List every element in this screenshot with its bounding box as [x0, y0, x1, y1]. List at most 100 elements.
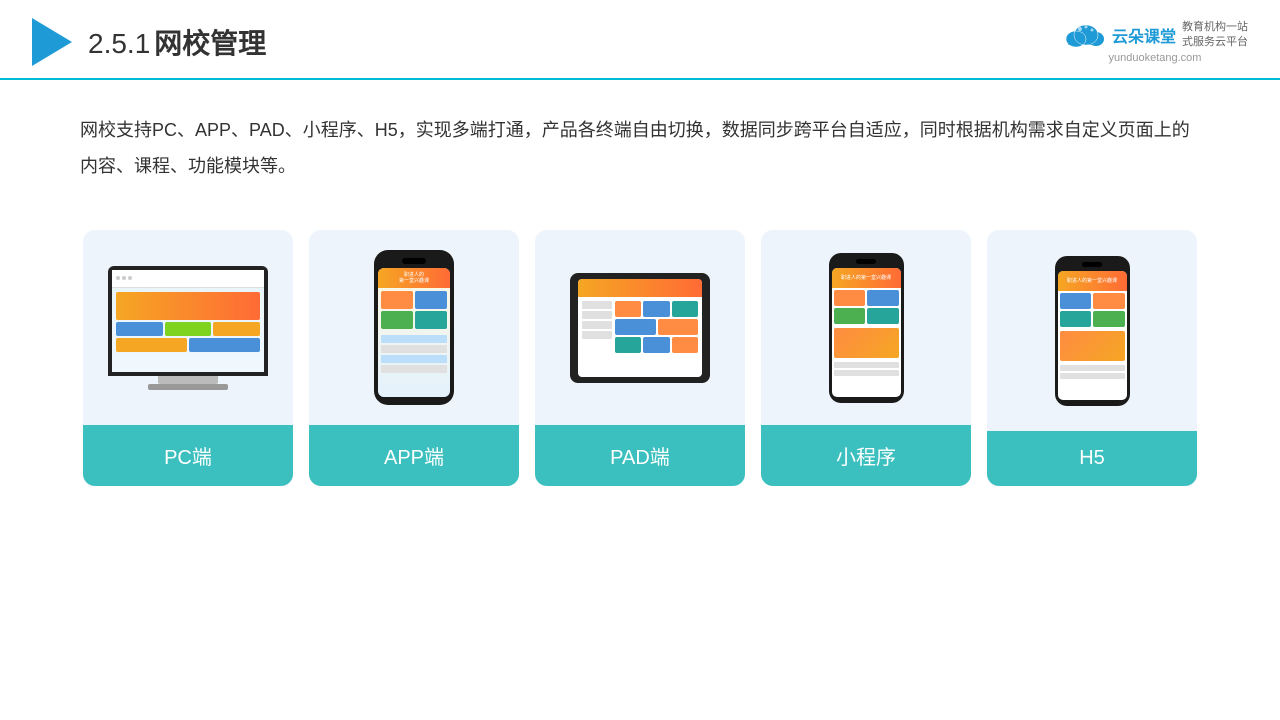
card-pad-label: PAD端	[535, 425, 745, 486]
ps-img-2	[1060, 331, 1125, 361]
pc-dot-1	[116, 276, 120, 280]
tablet-top-bar	[578, 279, 702, 297]
tablet-screen	[578, 279, 702, 377]
pc-block-5	[189, 338, 260, 352]
pc-browser-bar	[112, 270, 264, 288]
header-left: 2.5.1网校管理	[32, 18, 266, 66]
ps-grid-2	[867, 290, 899, 306]
page-title: 2.5.1网校管理	[88, 22, 266, 62]
tablet-block-5	[658, 319, 699, 335]
brand-section: 云朵课堂 教育机构一站 式服务云平台 yunduoketang.com	[1062, 20, 1248, 65]
card-pc-image	[83, 230, 293, 425]
phone-grid-4	[415, 311, 447, 329]
phone-top-bar: 职进人的第一堂兴趣课	[378, 268, 450, 288]
card-app-image: 职进人的第一堂兴趣课	[309, 230, 519, 425]
brand-name: 云朵课堂	[1112, 23, 1176, 47]
ps-grid-3	[834, 308, 866, 324]
phone-small-notch-1	[856, 259, 876, 264]
tablet-sidebar	[582, 301, 612, 353]
pc-base	[148, 384, 228, 390]
brand-url: yunduoketang.com	[1109, 52, 1202, 64]
tablet-block-7	[643, 337, 669, 353]
brand-tagline: 教育机构一站 式服务云平台	[1182, 20, 1248, 51]
tablet-main-row-1	[615, 301, 698, 317]
phone-screen: 职进人的第一堂兴趣课	[378, 268, 450, 397]
pc-mockup	[108, 266, 268, 390]
description-text: 网校支持PC、APP、PAD、小程序、H5，实现多端打通，产品各终端自由切换，数…	[0, 80, 1280, 204]
phone-miniprogram-mockup: 职进人的第一堂兴趣课	[829, 253, 904, 403]
phone-grid	[378, 288, 450, 332]
phone-list	[378, 332, 450, 376]
ps2-grid-3	[1060, 311, 1092, 327]
ps-body-2	[1058, 363, 1127, 381]
pc-block-4	[116, 338, 187, 352]
ps2-grid-1	[1060, 293, 1092, 309]
logo-triangle-icon	[32, 18, 72, 66]
phone-small-grid-2	[1058, 291, 1127, 329]
pc-block-1	[116, 322, 163, 336]
phone-list-1	[381, 335, 447, 343]
tablet-block-3	[672, 301, 698, 317]
phone-grid-3	[381, 311, 413, 329]
ps2-line-1	[1060, 365, 1125, 371]
brand-logo: 云朵课堂 教育机构一站 式服务云平台	[1062, 20, 1248, 51]
page-header: 2.5.1网校管理 云朵课堂 教育机构一站 式服务云平台	[0, 0, 1280, 80]
phone-small-grid-1	[832, 288, 901, 326]
phone-small-screen-2: 职进人的第一堂兴趣课	[1058, 271, 1127, 400]
phone-notch	[402, 258, 426, 264]
card-miniprogram-label: 小程序	[761, 425, 971, 486]
card-pad: PAD端	[535, 230, 745, 486]
pc-dot-3	[128, 276, 132, 280]
title-number: 2.5.1	[88, 28, 150, 59]
card-h5-image: 职进人的第一堂兴趣课	[987, 230, 1197, 431]
tablet-sidebar-4	[582, 331, 612, 339]
ps2-line-2	[1060, 373, 1125, 379]
phone-small-top-2: 职进人的第一堂兴趣课	[1058, 271, 1127, 291]
pc-row-2	[116, 338, 260, 352]
card-h5-label: H5	[987, 431, 1197, 486]
cloud-icon	[1062, 21, 1106, 49]
card-miniprogram: 职进人的第一堂兴趣课 小程序	[761, 230, 971, 486]
tablet-main	[615, 301, 698, 353]
tablet-content	[578, 297, 702, 357]
tablet-mockup	[570, 273, 710, 383]
ps-line-2	[834, 370, 899, 376]
phone-h5-mockup: 职进人的第一堂兴趣课	[1055, 256, 1130, 406]
tablet-main-row-2	[615, 319, 698, 335]
phone-grid-1	[381, 291, 413, 309]
pc-block-3	[213, 322, 260, 336]
phone-list-4	[381, 365, 447, 373]
pc-screen-frame	[108, 266, 268, 376]
tablet-block-2	[643, 301, 669, 317]
card-h5: 职进人的第一堂兴趣课 H5	[987, 230, 1197, 486]
pc-screen-content	[112, 270, 264, 372]
title-text: 网校管理	[154, 28, 266, 59]
tablet-sidebar-2	[582, 311, 612, 319]
pc-content-rows	[112, 288, 264, 356]
phone-small-screen-1: 职进人的第一堂兴趣课	[832, 268, 901, 397]
ps-grid-1	[834, 290, 866, 306]
pc-stand	[158, 376, 218, 384]
ps2-grid-2	[1093, 293, 1125, 309]
tablet-block-6	[615, 337, 641, 353]
phone-app-mockup: 职进人的第一堂兴趣课	[374, 250, 454, 405]
ps-img-1	[834, 328, 899, 358]
card-app: 职进人的第一堂兴趣课	[309, 230, 519, 486]
platform-cards: PC端 职进人的第一堂兴趣课	[0, 214, 1280, 486]
ps-body-1	[832, 360, 901, 378]
tablet-main-row-3	[615, 337, 698, 353]
tablet-sidebar-1	[582, 301, 612, 309]
pc-block-2	[165, 322, 212, 336]
pc-row-1	[116, 322, 260, 336]
ps2-grid-4	[1093, 311, 1125, 327]
ps-grid-4	[867, 308, 899, 324]
card-pad-image	[535, 230, 745, 425]
pc-dot-2	[122, 276, 126, 280]
phone-list-3	[381, 355, 447, 363]
phone-small-top-1: 职进人的第一堂兴趣课	[832, 268, 901, 288]
phone-list-2	[381, 345, 447, 353]
tablet-block-1	[615, 301, 641, 317]
card-pc: PC端	[83, 230, 293, 486]
ps-line-1	[834, 362, 899, 368]
pc-hero-banner	[116, 292, 260, 320]
